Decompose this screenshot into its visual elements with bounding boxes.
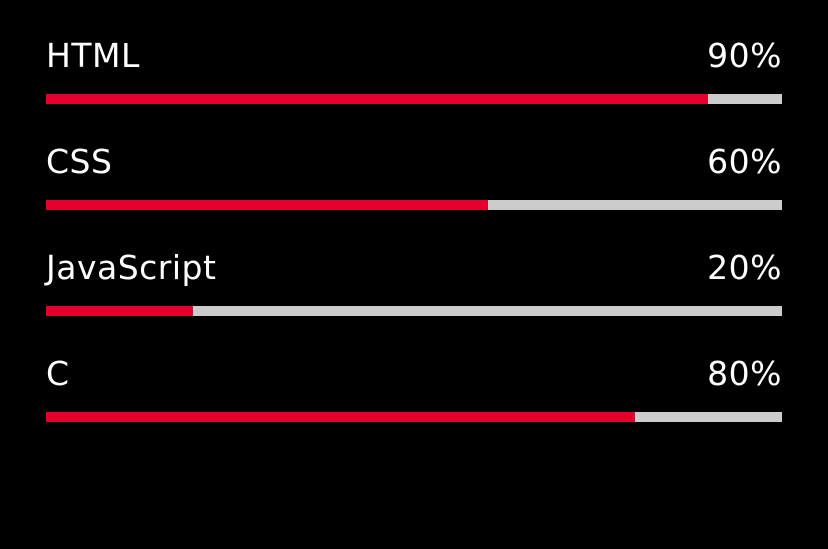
- skill-percent: 90%: [707, 36, 782, 75]
- skill-header: C 80%: [46, 352, 782, 398]
- skill-name: JavaScript: [46, 248, 217, 287]
- progress-fill: [46, 94, 709, 104]
- skill-header: CSS 60%: [46, 140, 782, 186]
- skill-name: C: [46, 354, 70, 393]
- skill-percent: 60%: [707, 142, 782, 181]
- progress-track: [46, 306, 782, 316]
- skill-percent: 20%: [707, 248, 782, 287]
- skill-item-css: CSS 60%: [46, 140, 782, 246]
- progress-fill: [46, 306, 194, 316]
- skill-item-html: HTML 90%: [46, 34, 782, 140]
- skill-percent: 80%: [707, 354, 782, 393]
- skill-header: HTML 90%: [46, 34, 782, 80]
- progress-fill: [46, 200, 488, 210]
- progress-fill: [46, 412, 635, 422]
- progress-track: [46, 94, 782, 104]
- skills-list: HTML 90% CSS 60% JavaScript 20% C 80%: [46, 34, 782, 458]
- progress-track: [46, 200, 782, 210]
- skill-name: HTML: [46, 36, 140, 75]
- skill-name: CSS: [46, 142, 113, 181]
- skill-item-javascript: JavaScript 20%: [46, 246, 782, 352]
- progress-track: [46, 412, 782, 422]
- skill-header: JavaScript 20%: [46, 246, 782, 292]
- skill-item-c: C 80%: [46, 352, 782, 458]
